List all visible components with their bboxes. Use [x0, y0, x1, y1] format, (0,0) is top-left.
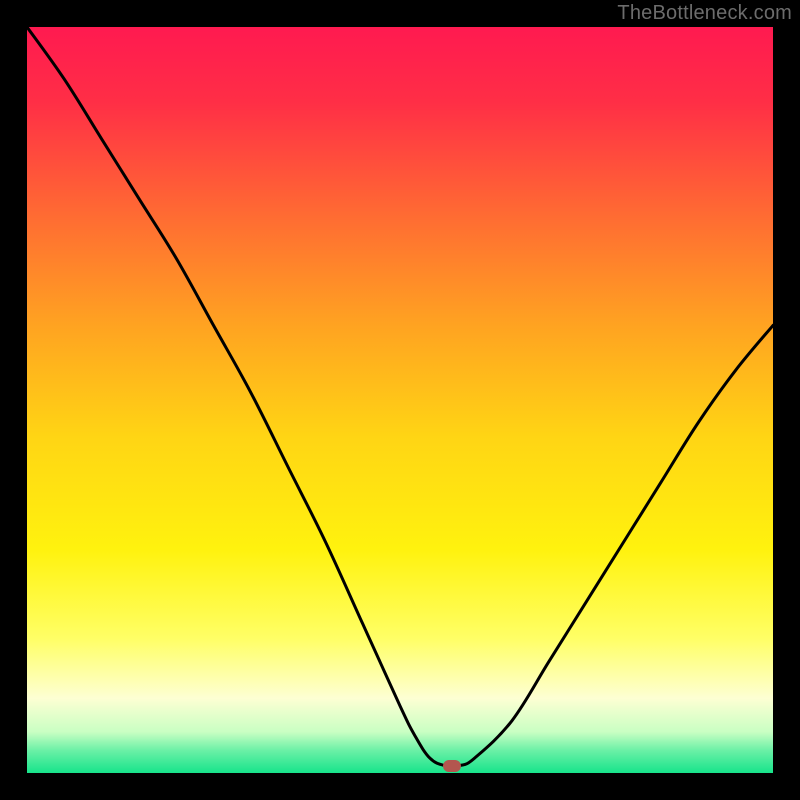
watermark-text: TheBottleneck.com [617, 2, 792, 25]
bottleneck-curve [27, 27, 773, 773]
chart-frame: TheBottleneck.com [0, 0, 800, 800]
plot-area [27, 27, 773, 773]
optimum-marker [443, 760, 461, 772]
